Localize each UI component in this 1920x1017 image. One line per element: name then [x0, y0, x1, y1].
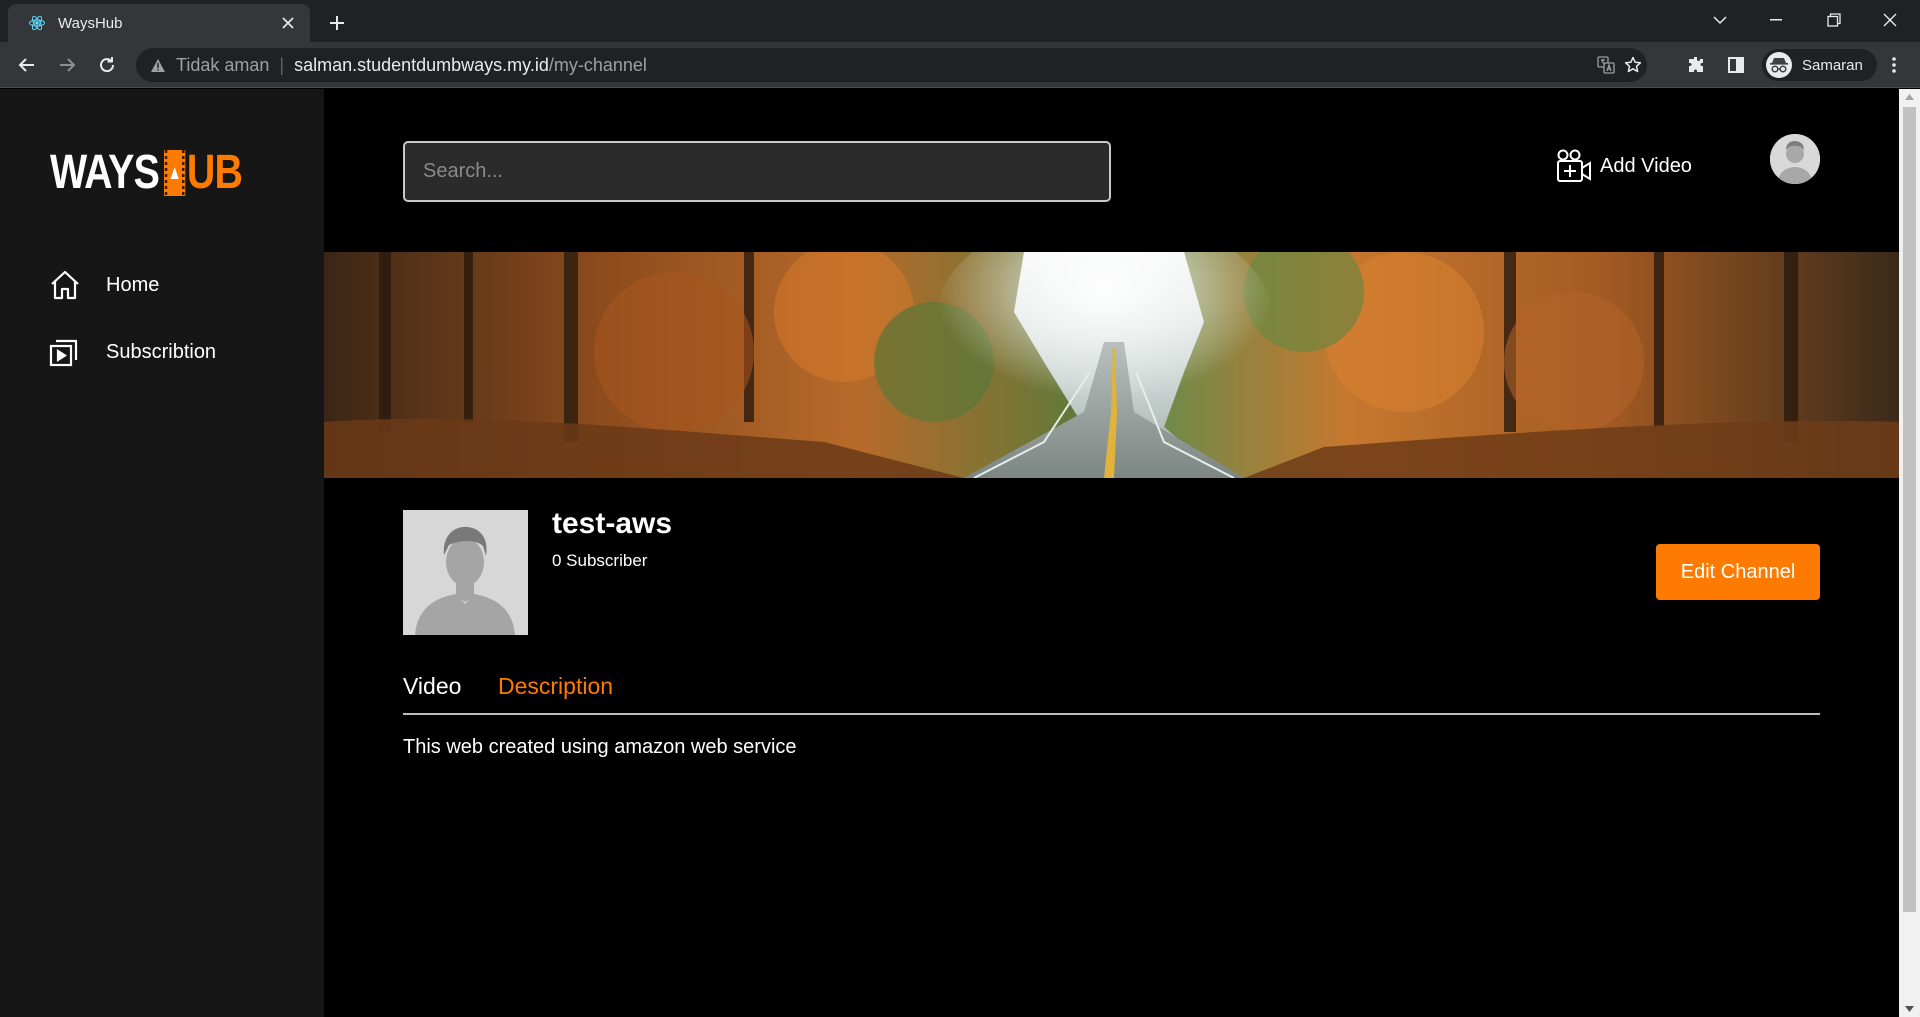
user-avatar-icon	[1770, 134, 1820, 184]
wayshub-logo[interactable]: WAYS UB	[50, 145, 243, 200]
bookmark-star-icon[interactable]	[1623, 55, 1643, 75]
edit-channel-button[interactable]: Edit Channel	[1656, 544, 1820, 600]
channel-tabs: Video Description	[403, 673, 1820, 715]
subscription-icon	[48, 335, 82, 369]
sidebar-item-home[interactable]: Home	[48, 268, 159, 302]
scroll-down-icon[interactable]	[1899, 1001, 1920, 1017]
home-icon	[48, 268, 82, 302]
security-label: Tidak aman	[176, 54, 270, 75]
tab-description[interactable]: Description	[498, 673, 613, 700]
url-host: salman.studentdumbways.my.id	[294, 54, 549, 75]
url-path: /my-channel	[548, 54, 647, 75]
page: WAYS UB Home Subscribtion Add Video	[0, 89, 1920, 1017]
scroll-up-icon[interactable]	[1899, 89, 1920, 105]
subscriber-count: 0 Subscriber	[552, 551, 648, 570]
page-scrollbar[interactable]	[1899, 89, 1920, 1017]
channel-banner-image	[324, 252, 1900, 478]
incognito-icon	[1766, 52, 1792, 78]
channel-avatar-icon	[403, 510, 528, 635]
extensions-icon[interactable]	[1680, 49, 1712, 81]
user-avatar[interactable]	[1770, 134, 1820, 184]
sidebar: WAYS UB Home Subscribtion	[0, 89, 324, 1017]
add-video-label: Add Video	[1600, 154, 1692, 177]
sidebar-item-subscription[interactable]: Subscribtion	[48, 335, 216, 369]
add-video-camera-icon	[1556, 148, 1592, 184]
browser-tabstrip: WaysHub	[0, 0, 1920, 42]
profile-label: Samaran	[1802, 56, 1863, 74]
browser-toolbar: Tidak aman | salman.studentdumbways.my.i…	[0, 42, 1920, 88]
logo-film-icon	[163, 149, 186, 196]
channel-name: test-aws	[552, 507, 673, 540]
tab-close-icon[interactable]	[278, 13, 298, 33]
minimize-icon[interactable]	[1748, 0, 1804, 40]
close-window-icon[interactable]	[1862, 0, 1918, 40]
side-panel-icon[interactable]	[1720, 49, 1752, 81]
omnibox-separator: |	[279, 54, 285, 75]
forward-icon[interactable]	[51, 49, 83, 81]
restore-icon[interactable]	[1806, 0, 1862, 40]
channel-description: This web created using amazon web servic…	[403, 736, 797, 758]
sidebar-item-label: Subscribtion	[106, 340, 217, 363]
logo-text-ways: WAYS	[50, 146, 160, 199]
channel-avatar	[403, 510, 528, 635]
back-icon[interactable]	[11, 49, 43, 81]
tab-search-icon[interactable]	[1692, 0, 1748, 40]
scroll-thumb[interactable]	[1903, 107, 1916, 912]
add-video-button[interactable]: Add Video	[1556, 144, 1692, 188]
profile-chip[interactable]: Samaran	[1762, 49, 1877, 81]
translate-icon[interactable]	[1596, 55, 1616, 75]
search-input[interactable]	[403, 141, 1111, 202]
logo-text-ub: UB	[186, 146, 243, 199]
address-bar[interactable]: Tidak aman | salman.studentdumbways.my.i…	[136, 48, 1647, 82]
tab-video[interactable]: Video	[403, 673, 461, 700]
new-tab-button[interactable]	[322, 8, 352, 38]
tab-title: WaysHub	[58, 14, 123, 32]
reload-icon[interactable]	[91, 49, 123, 81]
warning-icon[interactable]	[150, 58, 166, 73]
sidebar-item-label: Home	[106, 273, 160, 296]
react-favicon-icon	[28, 14, 46, 32]
browser-tab[interactable]: WaysHub	[8, 4, 310, 42]
browser-menu-icon[interactable]	[1878, 49, 1910, 81]
